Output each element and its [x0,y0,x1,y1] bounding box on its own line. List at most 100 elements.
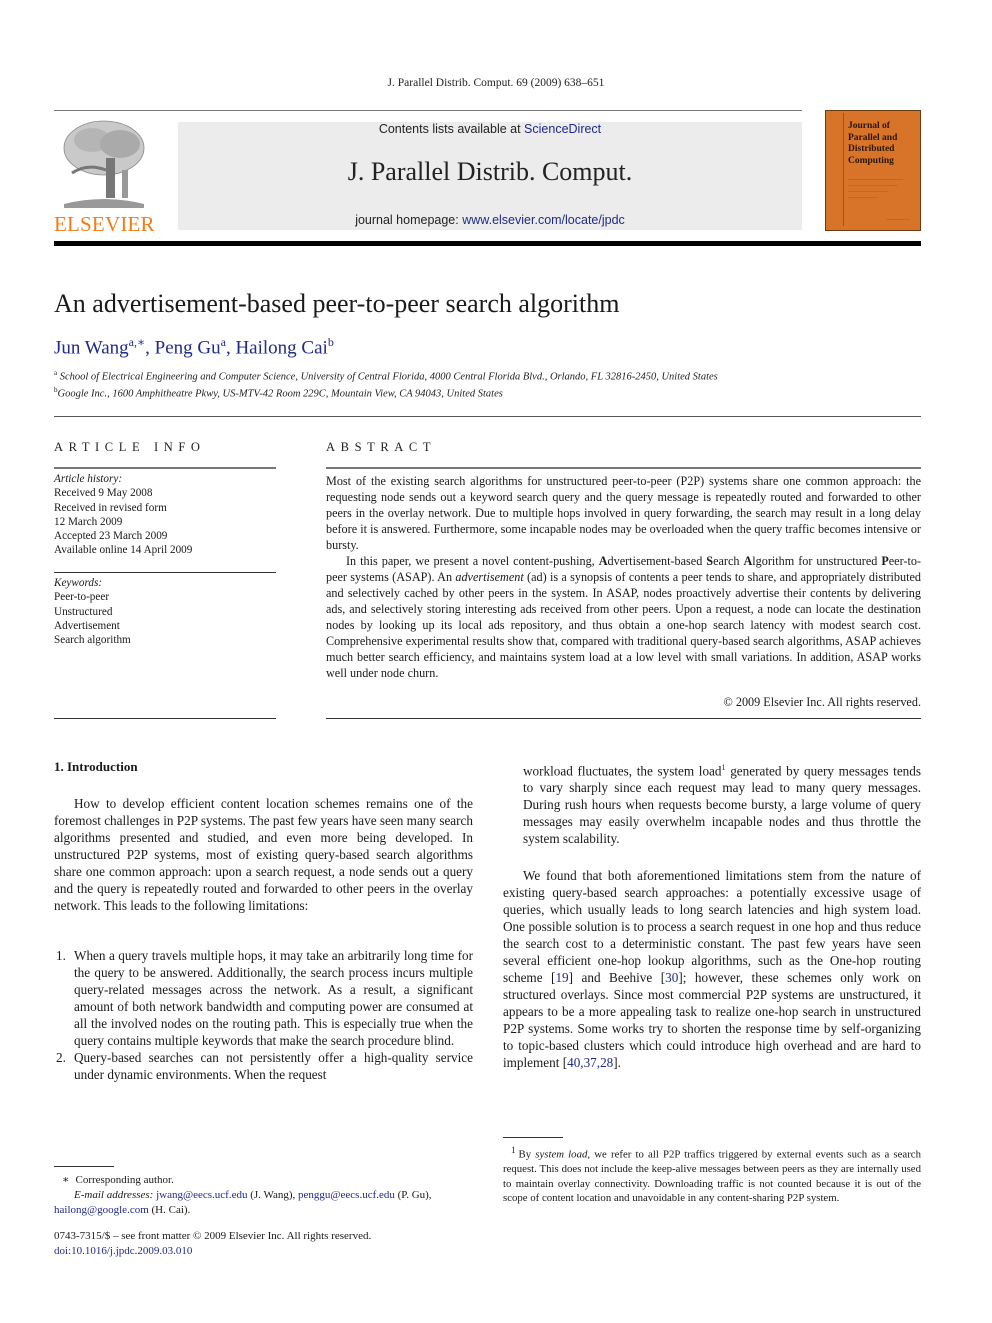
text: By [518,1148,536,1161]
author-marks[interactable]: b [328,335,334,349]
citation-link[interactable]: 40,37,28 [567,1055,613,1070]
abstract-body: Most of the existing search algorithms f… [326,473,921,681]
list-text: When a query travels multiple hops, it m… [74,948,473,1048]
section-heading: 1. Introduction [54,759,138,774]
history-item: Available online 14 April 2009 [54,544,193,557]
text: workload fluctuates, the system load [523,763,722,779]
corresponding-line: ∗ Corresponding author. [54,1173,473,1188]
list-number: 2. [56,1050,66,1065]
article-info-heading: ARTICLE INFO [54,440,206,454]
list-number: 1. [56,948,66,963]
front-matter-text: 0743-7315/$ – see front matter © 2009 El… [54,1230,372,1242]
email-label: E-mail addresses: [74,1189,154,1201]
author-link[interactable]: Peng Gu [155,337,221,358]
journal-masthead: Contents lists available at ScienceDirec… [178,122,802,230]
affiliation: a School of Electrical Engineering and C… [54,369,718,383]
emphasis: system load [535,1148,588,1161]
author-link[interactable]: Jun Wang [54,337,129,358]
footnote-rule [503,1137,563,1138]
email-link[interactable]: penggu@eecs.ucf.edu [298,1189,395,1201]
body-paragraph: We found that both aforementioned limita… [503,867,921,1071]
list-item: 1. When a query travels multiple hops, it… [54,947,473,1049]
abstract-heading: ABSTRACT [326,440,437,454]
corresponding-author-note: ∗ Corresponding author. E-mail addresses:… [54,1173,473,1218]
affiliation-mark: a [54,369,58,377]
asterisk-mark: ∗ [62,1174,70,1186]
acronym-letter: P [881,554,889,568]
keyword: Advertisement [54,619,120,632]
cover-decorative-strip [829,113,844,226]
contents-prefix: Contents lists available at [378,122,525,136]
keywords: Keywords: Peer-to-peer Unstructured Adve… [54,576,276,647]
article-history: Article history: Received 9 May 2008 Rec… [54,472,276,558]
history-label: Article history: [54,473,123,485]
elsevier-wordmark: ELSEVIER [54,212,155,236]
citation-link[interactable]: 30 [665,970,678,985]
text: In this paper, we present a novel conten… [346,554,599,568]
list-item: 2. Query-based searches can not persisten… [54,1049,473,1083]
divider [326,467,921,469]
cover-text-line [886,219,910,220]
list-text: Query-based searches can not persistentl… [74,1050,473,1082]
affiliation-text: School of Electrical Engineering and Com… [59,371,718,383]
abstract-paragraph: Most of the existing search algorithms f… [326,474,921,552]
front-matter: 0743-7315/$ – see front matter © 2009 El… [54,1229,473,1259]
divider [54,718,276,719]
doi-link[interactable]: doi:10.1016/j.jpdc.2009.03.010 [54,1245,192,1257]
author-marks[interactable]: a [221,335,226,349]
citation-link[interactable]: 19 [555,970,568,985]
author-link[interactable]: Hailong Cai [235,337,327,358]
limitations-list: 1. When a query travels multiple hops, it… [54,947,473,1083]
contents-line: Contents lists available at ScienceDirec… [178,122,802,136]
history-item: 12 March 2009 [54,515,123,528]
footnote: 1 By system load, we refer to all P2P tra… [503,1143,921,1206]
header-rule [54,110,802,111]
abstract-copyright: © 2009 Elsevier Inc. All rights reserved… [723,695,921,709]
text: (H. Cai). [148,1204,191,1216]
cover-text-line [848,191,888,192]
text: ]. [613,1055,621,1070]
homepage-line: journal homepage: www.elsevier.com/locat… [178,213,802,227]
journal-cover-thumbnail[interactable]: Journal of Parallel and Distributed Comp… [825,110,921,231]
email-line: E-mail addresses: jwang@eecs.ucf.edu (J.… [54,1188,473,1218]
homepage-prefix: journal homepage: [355,213,463,227]
author-list: Jun Wanga,∗, Peng Gua, Hailong Caib [54,335,334,359]
footnote-mark: 1 [511,1145,516,1155]
journal-homepage-link[interactable]: www.elsevier.com/locate/jpdc [462,213,625,227]
keyword: Search algorithm [54,634,131,647]
emphasis: advertisement [455,570,524,584]
article-title: An advertisement-based peer-to-peer sear… [54,289,620,318]
footnote-rule [54,1166,114,1167]
email-link[interactable]: jwang@eecs.ucf.edu [156,1189,247,1201]
text: lgorithm for unstructured [752,554,882,568]
text: (P. Gu), [394,1189,432,1201]
cover-title: Journal of Parallel and Distributed Comp… [848,121,898,166]
header-thick-rule [54,241,921,246]
text: earch [713,554,744,568]
text: Corresponding author. [75,1174,174,1186]
keyword: Unstructured [54,605,113,618]
history-item: Received in revised form [54,501,167,514]
text: ]; however, these schemes only work on s… [503,970,922,1070]
cover-text-line [848,179,903,180]
cover-text-line [848,185,898,186]
elsevier-tree-icon [63,120,145,208]
intro-paragraph: How to develop efficient content locatio… [54,796,473,913]
divider [54,467,276,469]
email-link[interactable]: hailong@google.com [54,1204,149,1216]
acronym-letter: A [598,554,608,568]
sciencedirect-link[interactable]: ScienceDirect [524,122,601,136]
text: ] and Beehive [ [568,970,666,985]
abstract-paragraph: In this paper, we present a novel conten… [326,553,921,681]
elsevier-logo[interactable]: ELSEVIER [54,118,155,236]
history-item: Accepted 23 March 2009 [54,530,168,543]
text: (ad) is a synopsis of contents a peer te… [326,570,921,680]
list-continuation: workload fluctuates, the system load1 ge… [523,759,921,847]
journal-title: J. Parallel Distrib. Comput. [347,157,633,186]
author-marks[interactable]: a,∗ [129,335,145,349]
text: (J. Wang), [247,1189,299,1201]
text: dvertisement-based [607,554,707,568]
divider [326,718,921,719]
affiliation-text: Google Inc., 1600 Amphitheatre Pkwy, US-… [57,388,503,400]
divider [54,416,921,417]
